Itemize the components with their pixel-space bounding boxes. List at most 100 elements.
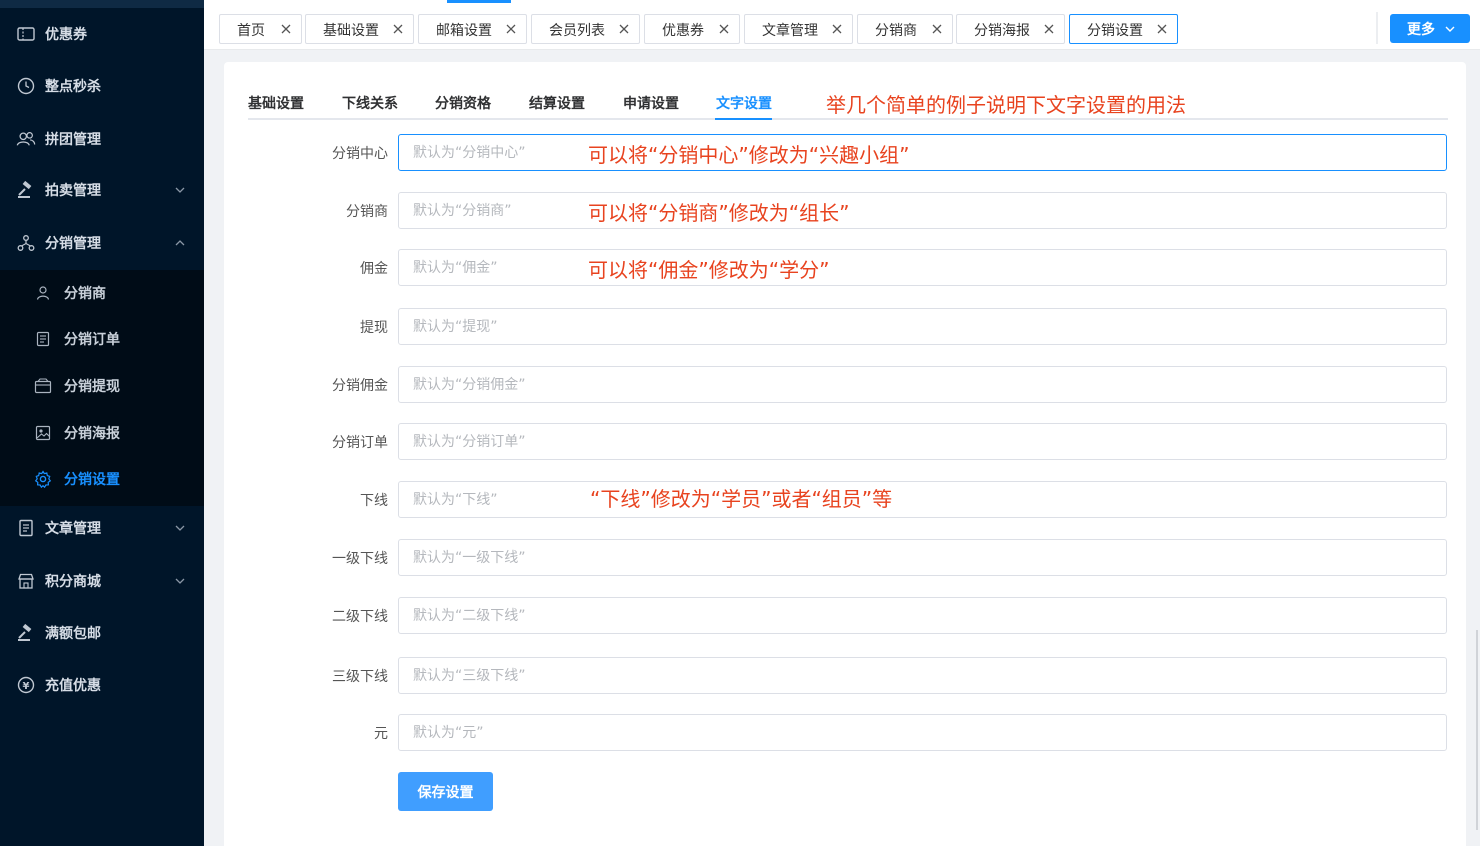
currency-unit-input[interactable] (398, 714, 1447, 751)
tab-bar: 首页 基础设置 邮箱设置 会员列表 优惠券 文章管理 分销商 分销海报 分销设置… (204, 0, 1480, 50)
user-icon (34, 284, 52, 302)
sidebar-item-recharge[interactable]: ¥ 充值优惠 (0, 659, 204, 711)
sidebar-item-label: 满额包邮 (45, 626, 101, 642)
downline-input[interactable] (398, 481, 1447, 518)
sidebar-item-free-shipping[interactable]: 满额包邮 (0, 607, 204, 659)
level3-downline-input[interactable] (398, 657, 1447, 694)
tab-email-settings[interactable]: 邮箱设置 (418, 14, 527, 44)
distribution-order-input[interactable] (398, 423, 1447, 460)
tab-distribution-poster[interactable]: 分销海报 (956, 14, 1065, 44)
sidebar-item-label: 拍卖管理 (45, 183, 101, 199)
close-icon[interactable] (1043, 23, 1055, 35)
sidebar-subitem-poster[interactable]: 分销海报 (0, 410, 204, 456)
field-label: 二级下线 (332, 609, 388, 625)
tab-distribution-settings[interactable]: 分销设置 (1069, 14, 1178, 44)
tab-distributor[interactable]: 分销商 (857, 14, 953, 44)
sidebar-subitem-settings[interactable]: 分销设置 (0, 456, 204, 502)
more-button-label: 更多 (1407, 22, 1435, 38)
sidebar-subitem-withdraw[interactable]: 分销提现 (0, 363, 204, 409)
field-label: 一级下线 (332, 551, 388, 567)
distribution-icon (16, 233, 36, 253)
tab-bar-divider (1376, 12, 1378, 44)
chevron-up-icon (174, 237, 186, 249)
more-tabs-button[interactable]: 更多 (1390, 14, 1470, 43)
close-icon[interactable] (931, 23, 943, 35)
close-icon[interactable] (280, 23, 292, 35)
close-icon[interactable] (831, 23, 843, 35)
subtab-qualification[interactable]: 分销资格 (435, 93, 491, 113)
withdraw-input[interactable] (398, 308, 1447, 345)
tab-member-list[interactable]: 会员列表 (531, 14, 640, 44)
tab-articles[interactable]: 文章管理 (744, 14, 853, 44)
tab-label: 首页 (237, 23, 265, 39)
sidebar-item-label: 文章管理 (45, 521, 101, 537)
sidebar-item-flash-sale[interactable]: 整点秒杀 (0, 60, 204, 112)
tab-label: 会员列表 (549, 23, 605, 39)
distribution-center-input[interactable] (398, 134, 1447, 171)
tab-label: 分销海报 (974, 23, 1030, 39)
sidebar-item-label: 积分商城 (45, 574, 101, 590)
tab-home[interactable]: 首页 (219, 14, 302, 44)
field-label: 三级下线 (332, 669, 388, 685)
form-row: 二级下线 (224, 597, 1466, 635)
close-icon[interactable] (1156, 23, 1168, 35)
form-row: 分销商 可以将“分销商”修改为“组长” (224, 192, 1466, 230)
tab-label: 分销商 (875, 23, 917, 39)
flash-sale-icon (16, 76, 36, 96)
close-icon[interactable] (505, 23, 517, 35)
sidebar-item-coupon[interactable]: 优惠券 (0, 8, 204, 60)
form-row: 佣金 可以将“佣金”修改为“学分” (224, 249, 1466, 287)
subtab-application[interactable]: 申请设置 (623, 93, 679, 113)
distributor-input[interactable] (398, 192, 1447, 229)
subtab-text[interactable]: 文字设置 (716, 93, 772, 113)
page-scrollbar[interactable] (1476, 630, 1478, 830)
close-icon[interactable] (618, 23, 630, 35)
group-buy-icon (16, 129, 36, 149)
field-label: 分销中心 (332, 146, 388, 162)
order-icon (34, 330, 52, 348)
free-shipping-icon (16, 623, 36, 643)
tab-basic-settings[interactable]: 基础设置 (305, 14, 414, 44)
save-settings-button[interactable]: 保存设置 (398, 772, 493, 811)
level2-downline-input[interactable] (398, 597, 1447, 634)
field-label: 分销佣金 (332, 378, 388, 394)
distribution-commission-input[interactable] (398, 366, 1447, 403)
tab-label: 邮箱设置 (436, 23, 492, 39)
article-icon (16, 518, 36, 538)
sidebar-item-group-buy[interactable]: 拼团管理 (0, 113, 204, 165)
sidebar-item-label: 拼团管理 (45, 132, 101, 148)
annotation-title: 举几个简单的例子说明下文字设置的用法 (826, 93, 1186, 117)
sidebar-item-label: 整点秒杀 (45, 79, 101, 95)
subtab-basic[interactable]: 基础设置 (248, 93, 304, 113)
sidebar-item-points-store[interactable]: 积分商城 (0, 555, 204, 607)
sidebar-item-label: 充值优惠 (45, 678, 101, 694)
sidebar-top-strip (0, 0, 204, 8)
sidebar-subitem-distributor[interactable]: 分销商 (0, 270, 204, 316)
field-label: 下线 (360, 493, 388, 509)
sidebar-item-auction[interactable]: 拍卖管理 (0, 164, 204, 216)
form-row: 一级下线 (224, 539, 1466, 577)
commission-input[interactable] (398, 249, 1447, 286)
close-icon[interactable] (718, 23, 730, 35)
field-label: 提现 (360, 320, 388, 336)
form-row: 提现 (224, 308, 1466, 346)
tab-label: 基础设置 (323, 23, 379, 39)
chevron-down-icon (1444, 23, 1456, 35)
sidebar: 优惠券 整点秒杀 拼团管理 拍卖管理 分销管理 分销商 分销订单 分销提现 分销… (0, 0, 204, 846)
close-icon[interactable] (392, 23, 404, 35)
field-label: 佣金 (360, 261, 388, 277)
level1-downline-input[interactable] (398, 539, 1447, 576)
form-row: 下线 “下线”修改为“学员”或者“组员”等 (224, 481, 1466, 519)
sidebar-item-label: 分销管理 (45, 236, 101, 252)
sidebar-item-articles[interactable]: 文章管理 (0, 502, 204, 554)
gear-icon (34, 470, 52, 488)
sidebar-item-label: 优惠券 (45, 27, 87, 43)
form-row: 分销佣金 (224, 366, 1466, 404)
sidebar-subitem-label: 分销海报 (64, 426, 120, 442)
sidebar-item-distribution[interactable]: 分销管理 (0, 217, 204, 269)
sidebar-subitem-orders[interactable]: 分销订单 (0, 316, 204, 362)
settings-card: 基础设置 下线关系 分销资格 结算设置 申请设置 文字设置 举几个简单的例子说明… (224, 62, 1466, 846)
subtab-downline[interactable]: 下线关系 (342, 93, 398, 113)
tab-coupon[interactable]: 优惠券 (644, 14, 740, 44)
subtab-settlement[interactable]: 结算设置 (529, 93, 585, 113)
